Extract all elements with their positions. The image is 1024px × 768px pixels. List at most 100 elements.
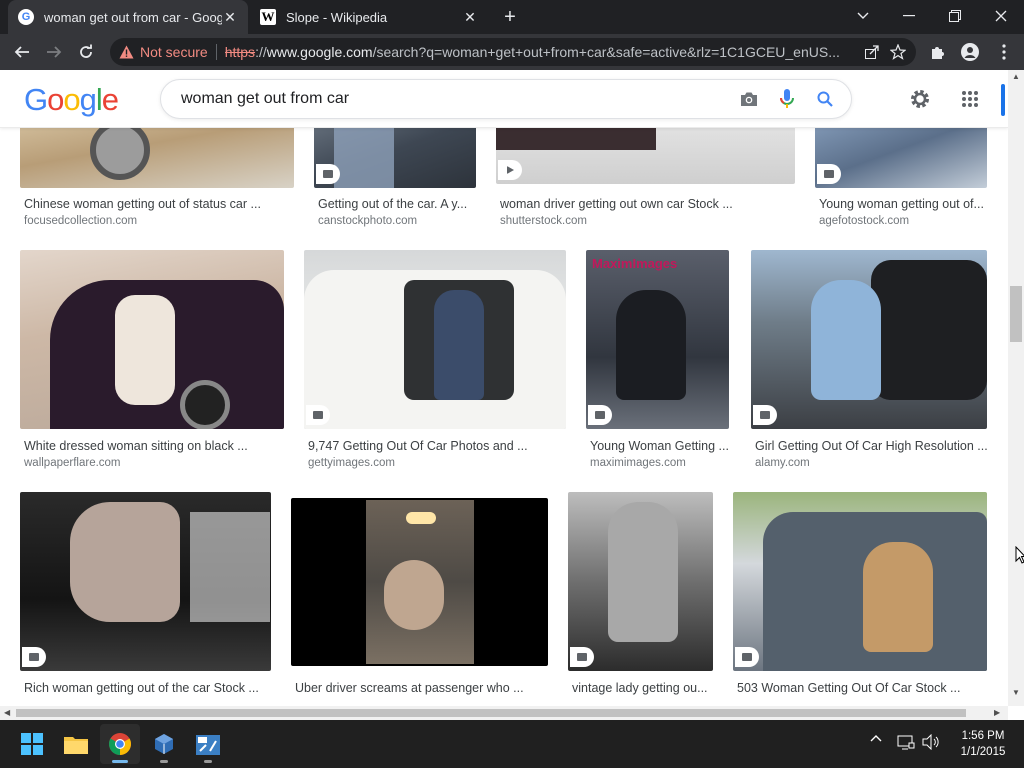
result-title[interactable]: Chinese woman getting out of status car … (24, 197, 294, 211)
image-type-badge (22, 647, 46, 667)
result-source[interactable]: alamy.com (755, 457, 987, 469)
image-icon (29, 653, 39, 661)
clock-time: 1:56 PM (961, 730, 1005, 742)
folder-icon (64, 737, 88, 754)
horizontal-scrollbar[interactable]: ◀ ▶ (0, 706, 1008, 720)
google-logo[interactable]: Google (24, 82, 119, 118)
video-frame (366, 500, 474, 664)
forward-arrow-icon[interactable] (40, 38, 68, 66)
image-type-badge (588, 405, 612, 425)
result-thumbnail[interactable] (751, 250, 987, 429)
result-title[interactable]: Rich woman getting out of the car Stock … (24, 681, 272, 695)
tab-google-search[interactable]: G woman get out from car - Google ✕ (8, 0, 248, 34)
google-logo-letters: Google (24, 82, 119, 118)
scroll-left-arrow-icon[interactable]: ◀ (4, 708, 10, 717)
search-input[interactable]: woman get out from car (181, 90, 737, 108)
google-header: Google woman get out from car (0, 70, 1008, 128)
bookmark-star-icon[interactable] (888, 42, 908, 62)
reload-icon[interactable] (72, 38, 100, 66)
warning-triangle-icon[interactable] (118, 44, 134, 60)
calculator-app-button[interactable] (188, 724, 228, 764)
google-favicon-icon: G (18, 9, 34, 25)
denim-shirt-shape (811, 280, 881, 400)
result-thumbnail[interactable] (568, 492, 713, 671)
settings-gear-icon[interactable] (908, 87, 932, 111)
search-magnifier-icon[interactable] (813, 87, 837, 111)
google-apps-grid-icon[interactable] (958, 87, 982, 111)
result-title[interactable]: Girl Getting Out Of Car High Resolution … (755, 439, 987, 453)
vertical-scroll-thumb[interactable] (1010, 286, 1022, 342)
chrome-menu-kebab-icon[interactable] (990, 38, 1018, 66)
result-title[interactable]: White dressed woman sitting on black ... (24, 439, 284, 453)
result-title[interactable]: woman driver getting out own car Stock .… (500, 197, 790, 211)
result-thumbnail[interactable]: MaximImages (586, 250, 729, 429)
result-source[interactable]: maximimages.com (590, 457, 730, 469)
result-title[interactable]: Uber driver screams at passenger who ... (295, 681, 545, 695)
back-arrow-icon[interactable] (8, 38, 36, 66)
vertical-scrollbar[interactable]: ▲ ▼ (1008, 70, 1024, 706)
windows-taskbar: 1:56 PM 1/1/2015 (0, 720, 1024, 768)
tab-search-chevron-icon[interactable] (840, 0, 886, 32)
logo-letter: o (63, 82, 80, 117)
url-text[interactable]: https://www.google.com/search?q=woman+ge… (225, 44, 845, 60)
extensions-puzzle-icon[interactable] (924, 38, 952, 66)
result-source[interactable]: agefotostock.com (819, 215, 989, 227)
result-title[interactable]: Young Woman Getting ... (590, 439, 730, 453)
result-thumbnail[interactable] (733, 492, 987, 671)
start-button[interactable] (12, 724, 52, 764)
result-thumbnail[interactable] (20, 492, 271, 671)
result-source[interactable]: gettyimages.com (308, 457, 566, 469)
system-clock[interactable]: 1:56 PM 1/1/2015 (950, 728, 1016, 760)
scroll-up-arrow-icon[interactable]: ▲ (1012, 72, 1020, 81)
profile-avatar-icon[interactable] (956, 38, 984, 66)
security-status-label[interactable]: Not secure (140, 44, 208, 60)
watermark-text: MaximImages (592, 256, 678, 271)
chrome-taskbar-button[interactable] (100, 724, 140, 764)
result-title[interactable]: Young woman getting out of... (819, 197, 989, 211)
image-type-badge (817, 164, 841, 184)
microphone-icon[interactable] (775, 87, 799, 111)
file-explorer-button[interactable] (56, 724, 96, 764)
fur-coat-shape (70, 502, 180, 622)
close-window-icon[interactable] (978, 0, 1024, 32)
scroll-down-arrow-icon[interactable]: ▼ (1012, 688, 1020, 697)
account-indicator[interactable] (1001, 84, 1005, 116)
camera-lens-icon[interactable] (737, 87, 761, 111)
result-title[interactable]: Getting out of the car. A y... (318, 197, 478, 211)
result-source[interactable]: canstockphoto.com (318, 215, 478, 227)
result-thumbnail[interactable] (291, 498, 548, 666)
result-title[interactable]: 9,747 Getting Out Of Car Photos and ... (308, 439, 566, 453)
result-thumbnail[interactable] (20, 250, 284, 429)
virtualbox-cube-icon (155, 734, 173, 754)
close-tab-icon[interactable]: ✕ (462, 9, 478, 25)
result-title[interactable]: 503 Woman Getting Out Of Car Stock ... (737, 681, 987, 695)
minimize-icon[interactable] (886, 0, 932, 32)
close-tab-icon[interactable]: ✕ (222, 9, 238, 25)
show-hidden-icons-chevron-icon[interactable] (870, 734, 882, 742)
result-source[interactable]: wallpaperflare.com (24, 457, 284, 469)
network-icon[interactable] (897, 734, 915, 750)
volume-speaker-icon[interactable] (922, 734, 940, 750)
virtualbox-button[interactable] (144, 724, 184, 764)
running-indicator (204, 760, 212, 763)
result-source[interactable]: focusedcollection.com (24, 215, 294, 227)
running-indicator (160, 760, 168, 763)
result-thumbnail[interactable] (304, 250, 566, 429)
person-shape (434, 290, 484, 400)
horizontal-scroll-thumb[interactable] (16, 709, 966, 717)
logo-letter: G (24, 82, 48, 117)
person-shape (863, 542, 933, 652)
video-type-badge (498, 160, 522, 180)
result-title[interactable]: vintage lady getting ou... (572, 681, 712, 695)
share-icon[interactable] (862, 42, 882, 62)
scroll-right-arrow-icon[interactable]: ▶ (994, 708, 1000, 717)
search-box[interactable]: woman get out from car (160, 79, 852, 119)
new-tab-plus-icon[interactable]: + (498, 5, 522, 29)
tab-wikipedia[interactable]: W Slope - Wikipedia ✕ (250, 0, 488, 34)
address-bar[interactable]: Not secure https://www.google.com/search… (110, 38, 916, 66)
google-images-page: Google woman get out from car Chinese wo… (0, 70, 1024, 720)
image-icon (595, 411, 605, 419)
result-source[interactable]: shutterstock.com (500, 215, 790, 227)
restore-icon[interactable] (932, 0, 978, 32)
url-host: www.google.com (266, 44, 373, 60)
